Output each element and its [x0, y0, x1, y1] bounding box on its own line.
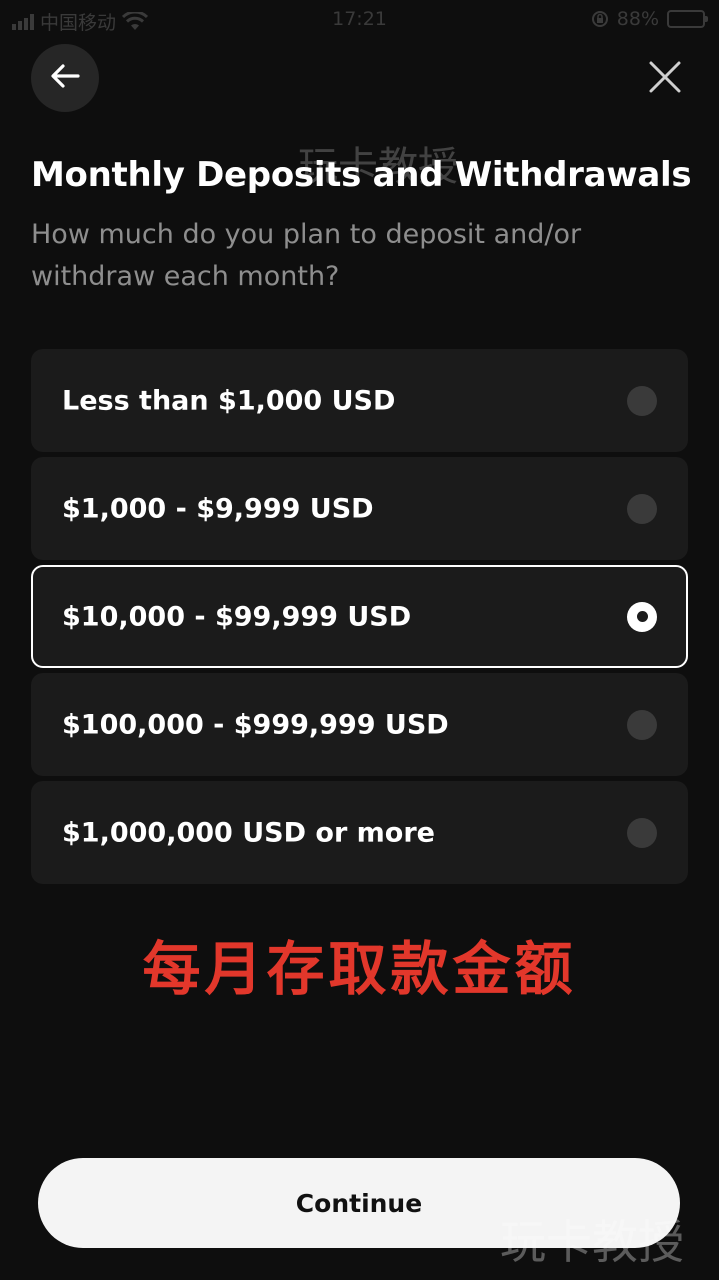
close-button[interactable]	[640, 54, 690, 104]
option-less-than-1000[interactable]: Less than $1,000 USD	[31, 349, 688, 452]
deposit-options: Less than $1,000 USD $1,000 - $9,999 USD…	[31, 349, 688, 889]
option-label: Less than $1,000 USD	[62, 385, 396, 416]
option-label: $1,000 - $9,999 USD	[62, 493, 374, 524]
rotation-lock-icon	[591, 10, 609, 28]
annotation-caption: 每月存取款金额	[142, 935, 577, 1003]
battery-percent: 88%	[616, 8, 659, 30]
page-title: Monthly Deposits and Withdrawals	[31, 155, 692, 195]
close-icon	[648, 60, 682, 98]
radio-icon[interactable]	[627, 493, 657, 524]
option-label: $100,000 - $999,999 USD	[62, 709, 449, 740]
option-label: $10,000 - $99,999 USD	[62, 601, 412, 632]
option-1000-9999[interactable]: $1,000 - $9,999 USD	[31, 457, 688, 560]
option-10000-99999[interactable]: $10,000 - $99,999 USD	[31, 565, 688, 668]
status-bar: 中国移动 17:21 88%	[0, 0, 719, 40]
battery-icon	[667, 10, 708, 28]
watermark-bottom: 玩卡教授	[500, 1215, 684, 1269]
page-subtitle: How much do you plan to deposit and/or w…	[31, 219, 582, 292]
radio-selected-icon[interactable]	[627, 601, 657, 632]
radio-icon[interactable]	[627, 817, 657, 848]
radio-icon[interactable]	[627, 709, 657, 740]
back-button[interactable]	[31, 44, 99, 112]
option-100000-999999[interactable]: $100,000 - $999,999 USD	[31, 673, 688, 776]
status-right: 88%	[591, 8, 708, 30]
radio-icon[interactable]	[627, 385, 657, 416]
arrow-left-icon	[50, 64, 80, 92]
option-1000000-or-more[interactable]: $1,000,000 USD or more	[31, 781, 688, 884]
option-label: $1,000,000 USD or more	[62, 817, 435, 848]
